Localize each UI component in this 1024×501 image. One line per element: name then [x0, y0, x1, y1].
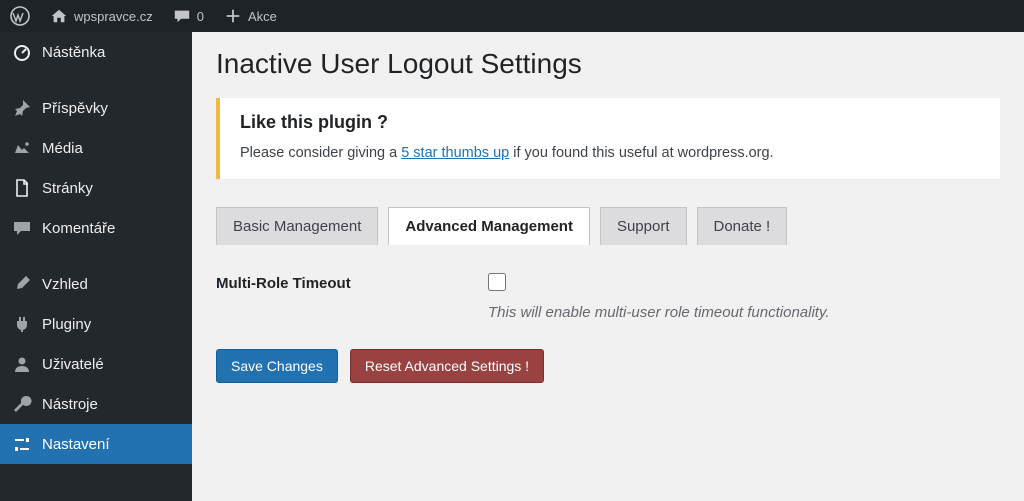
- form-actions: Save Changes Reset Advanced Settings !: [216, 349, 1000, 383]
- user-icon: [12, 354, 32, 374]
- pin-icon: [12, 98, 32, 118]
- site-home-link[interactable]: wpspravce.cz: [40, 0, 163, 32]
- sidebar-item-label: Komentáře: [42, 220, 115, 237]
- sidebar-item-komentare[interactable]: Komentáře: [0, 208, 192, 248]
- setting-description: This will enable multi-user role timeout…: [488, 304, 830, 321]
- wp-logo-button[interactable]: [0, 0, 40, 32]
- sidebar-item-label: Pluginy: [42, 316, 91, 333]
- sidebar-item-stranky[interactable]: Stránky: [0, 168, 192, 208]
- tab-basic-management[interactable]: Basic Management: [216, 207, 378, 245]
- page-icon: [12, 178, 32, 198]
- home-icon: [50, 7, 68, 25]
- sidebar-item-prispevky[interactable]: Příspěvky: [0, 88, 192, 128]
- tab-advanced-management[interactable]: Advanced Management: [388, 207, 590, 245]
- site-name: wpspravce.cz: [74, 9, 153, 24]
- comments-button[interactable]: 0: [163, 0, 214, 32]
- sidebar-item-label: Média: [42, 140, 83, 157]
- multi-role-timeout-checkbox[interactable]: [488, 273, 506, 291]
- sidebar-item-label: Uživatelé: [42, 356, 104, 373]
- brush-icon: [12, 274, 32, 294]
- new-content-button[interactable]: Akce: [214, 0, 287, 32]
- sidebar-item-pluginy[interactable]: Pluginy: [0, 304, 192, 344]
- sidebar-item-label: Vzhled: [42, 276, 88, 293]
- notice-text: Please consider giving a 5 star thumbs u…: [240, 145, 980, 161]
- media-icon: [12, 138, 32, 158]
- sliders-icon: [12, 434, 32, 454]
- sidebar-item-label: Příspěvky: [42, 100, 108, 117]
- setting-label: Multi-Role Timeout: [216, 273, 488, 292]
- wordpress-icon: [10, 6, 30, 26]
- sidebar-item-nastenka[interactable]: Nástěnka: [0, 32, 192, 72]
- content-area: Inactive User Logout Settings Like this …: [192, 32, 1024, 501]
- settings-tabs: Basic Management Advanced Management Sup…: [216, 207, 1000, 245]
- wrench-icon: [12, 394, 32, 414]
- plus-icon: [224, 7, 242, 25]
- plugin-rating-notice: Like this plugin ? Please consider givin…: [216, 98, 1000, 179]
- dashboard-icon: [12, 42, 32, 62]
- sidebar-item-label: Stránky: [42, 180, 93, 197]
- setting-multi-role-timeout: Multi-Role Timeout This will enable mult…: [216, 273, 1000, 321]
- tab-support[interactable]: Support: [600, 207, 687, 245]
- comment-icon: [173, 7, 191, 25]
- admin-sidebar: Nástěnka Příspěvky Média Stránky Komentá…: [0, 32, 192, 501]
- sidebar-item-nastroje[interactable]: Nástroje: [0, 384, 192, 424]
- sidebar-item-uzivatele[interactable]: Uživatelé: [0, 344, 192, 384]
- sidebar-item-vzhled[interactable]: Vzhled: [0, 264, 192, 304]
- plug-icon: [12, 314, 32, 334]
- new-content-label: Akce: [248, 9, 277, 24]
- page-title: Inactive User Logout Settings: [216, 48, 1000, 80]
- rating-link[interactable]: 5 star thumbs up: [401, 145, 509, 161]
- sidebar-item-label: Nástěnka: [42, 44, 105, 61]
- save-button[interactable]: Save Changes: [216, 349, 338, 383]
- tab-donate[interactable]: Donate !: [697, 207, 788, 245]
- sidebar-item-label: Nástroje: [42, 396, 98, 413]
- comment-icon: [12, 218, 32, 238]
- sidebar-item-nastaveni[interactable]: Nastavení: [0, 424, 192, 464]
- notice-heading: Like this plugin ?: [240, 112, 980, 133]
- reset-button[interactable]: Reset Advanced Settings !: [350, 349, 544, 383]
- comment-count: 0: [197, 9, 204, 24]
- sidebar-item-label: Nastavení: [42, 436, 110, 453]
- sidebar-item-media[interactable]: Média: [0, 128, 192, 168]
- admin-bar: wpspravce.cz 0 Akce: [0, 0, 1024, 32]
